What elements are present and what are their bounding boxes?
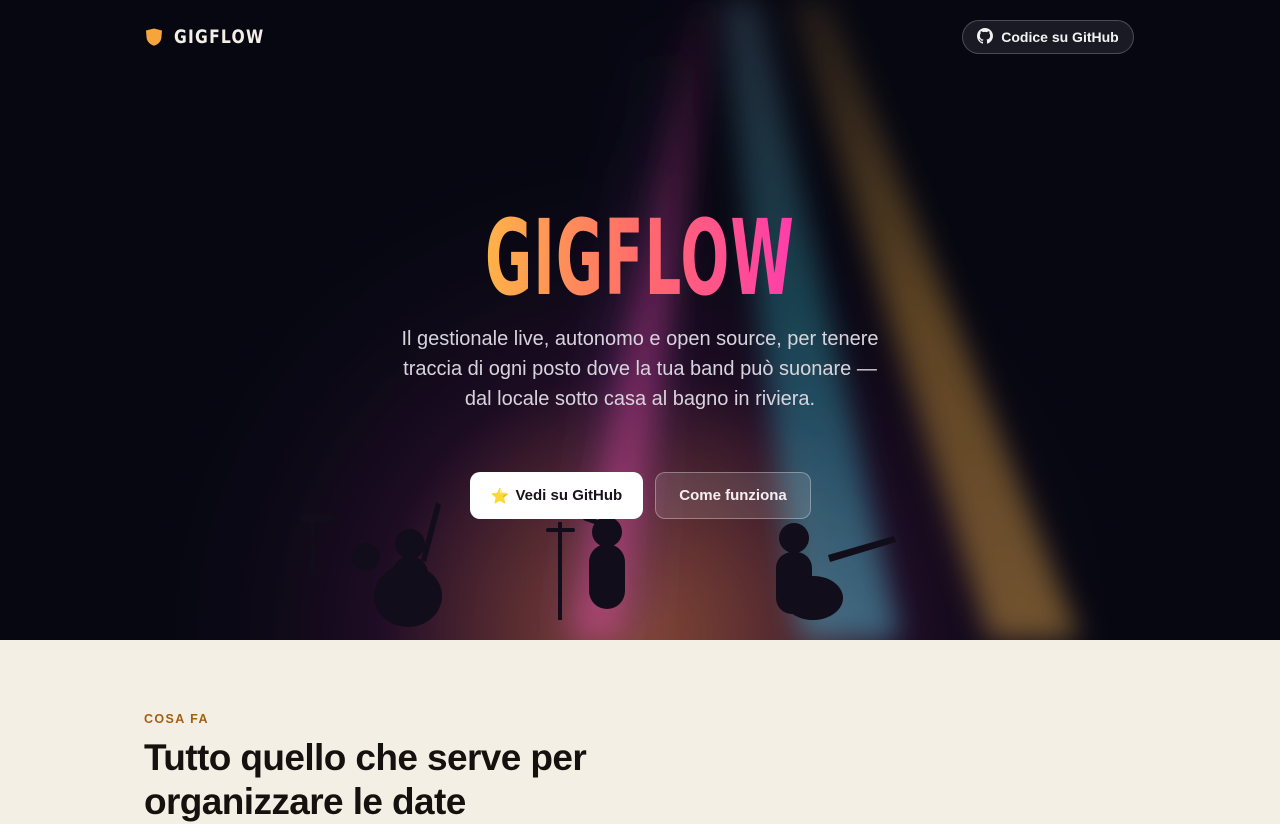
band-silhouettes xyxy=(300,502,896,627)
how-it-works-button[interactable]: Come funziona xyxy=(655,472,811,519)
github-cta-label: Vedi su GitHub xyxy=(515,487,623,504)
hero-section: GIGFLOW Codice su GitHub GIGFLOW Il gest… xyxy=(0,0,1280,640)
star-icon: ⭐ xyxy=(490,487,510,505)
section-heading: Tutto quello che serve per organizzare l… xyxy=(144,737,587,822)
github-cta-button[interactable]: ⭐ Vedi su GitHub xyxy=(470,472,643,519)
how-it-works-label: Come funziona xyxy=(679,487,787,504)
section-kicker: COSA FA xyxy=(144,712,209,726)
